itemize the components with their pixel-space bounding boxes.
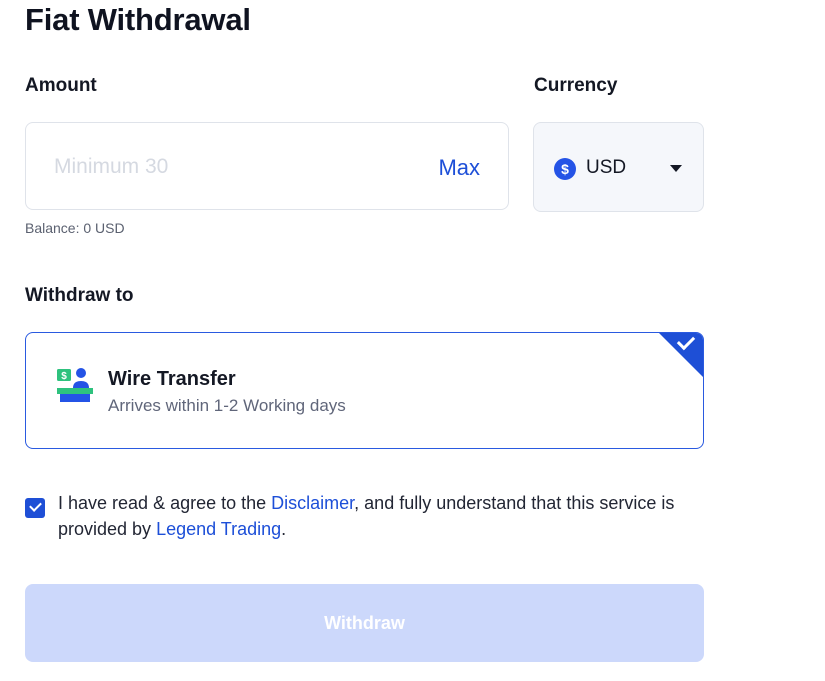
agreement-text: I have read & agree to the Disclaimer, a…: [58, 490, 678, 542]
amount-field[interactable]: Max: [25, 122, 509, 210]
wire-transfer-icon: $: [57, 368, 93, 402]
agree-checkbox[interactable]: [25, 498, 45, 518]
agreement-text-part: I have read & agree to the: [58, 493, 272, 513]
currency-label: Currency: [534, 75, 618, 96]
agreement-text-part: .: [281, 519, 287, 539]
caret-down-icon: [670, 165, 682, 172]
method-subtitle: Arrives within 1-2 Working days: [108, 396, 346, 415]
method-title: Wire Transfer: [108, 368, 236, 390]
balance-text: Balance: 0 USD: [25, 220, 125, 236]
fiat-withdrawal-page: Fiat Withdrawal Amount Currency Max Bala…: [0, 0, 825, 681]
dollar-coin-icon: $: [554, 158, 576, 180]
currency-value: USD: [586, 157, 627, 178]
withdraw-button[interactable]: Withdraw: [25, 584, 704, 662]
page-title: Fiat Withdrawal: [25, 2, 251, 37]
max-button[interactable]: Max: [438, 155, 480, 181]
amount-label: Amount: [25, 75, 97, 96]
wire-transfer-option[interactable]: $ Wire Transfer Arrives within 1-2 Worki…: [25, 332, 704, 449]
withdraw-to-label: Withdraw to: [25, 285, 134, 306]
disclaimer-link[interactable]: Disclaimer: [271, 493, 354, 513]
svg-text:$: $: [61, 371, 67, 382]
currency-select[interactable]: $ USD: [533, 122, 704, 212]
checkmark-icon: [29, 499, 42, 512]
amount-input[interactable]: [54, 147, 414, 187]
legend-trading-link[interactable]: Legend Trading: [156, 519, 281, 539]
